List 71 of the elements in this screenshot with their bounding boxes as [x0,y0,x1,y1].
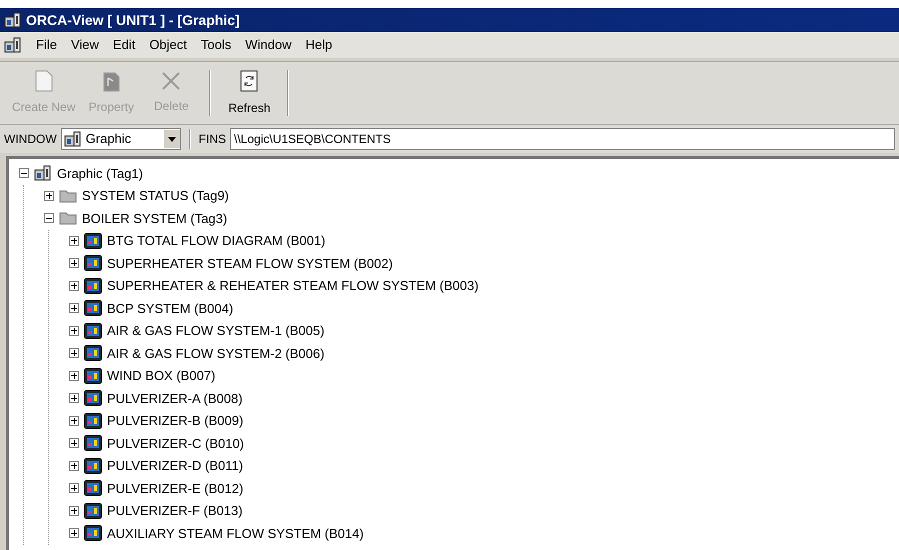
tree-item[interactable]: BOILER SYSTEM (Tag3) [82,208,228,228]
tree-item[interactable]: PULVERIZER-E (B012) [107,478,244,498]
folder-icon [59,211,77,226]
window-icon [34,164,52,182]
tree-item[interactable]: PULVERIZER-A (B008) [107,388,243,408]
menu-item[interactable]: Object [149,35,187,55]
refresh-icon [239,69,260,93]
tree-item[interactable]: Graphic (Tag1) [57,164,143,183]
graphic-icon [84,300,102,316]
page-icon [101,70,122,92]
tree-item[interactable]: PULVERIZER-D (B011) [107,456,244,476]
folder-icon [59,188,77,203]
tree-item[interactable]: SUPERHEATER & REHEATER STEAM FLOW SYSTEM (B003) [107,276,479,296]
fins-label: FINS [198,131,226,148]
collapse-toggle[interactable] [44,213,54,224]
graphic-icon [84,412,102,429]
menu-item[interactable]: View [70,35,99,55]
expand-toggle[interactable] [69,370,79,381]
expand-toggle[interactable] [69,483,79,494]
expand-toggle[interactable] [69,258,79,268]
graphic-icon [84,502,102,519]
graphic-icon [84,278,102,294]
graphic-icon [84,458,102,474]
tree-item[interactable]: BTG TOTAL FLOW DIAGRAM (B001) [107,231,326,250]
graphic-icon [84,435,102,452]
tree-item[interactable]: PULVERIZER-B (B009) [107,411,244,430]
graphic-icon [84,480,102,496]
tree-item[interactable]: PULVERIZER-C (B010) [107,434,244,453]
expand-toggle[interactable] [69,506,79,516]
tree-item[interactable]: PULVERIZER-F (B013) [107,501,243,520]
menu-item[interactable]: Edit [112,35,136,55]
expand-toggle[interactable] [69,460,79,471]
graphic-icon [84,525,102,542]
menu-item[interactable]: Window [245,35,292,55]
app-icon [4,11,22,29]
tree-item[interactable]: BCP SYSTEM (B004) [107,298,234,318]
menu-item[interactable]: Tools [200,35,232,55]
window-icon [4,36,22,54]
tree-item[interactable]: AIR & GAS FLOW SYSTEM-1 (B005) [107,321,324,340]
tree-item[interactable]: AIR & GAS FLOW SYSTEM-2 (B006) [107,344,324,363]
fins-path-field[interactable]: \\Logic\U1SEQB\CONTENTS [230,128,895,150]
expand-toggle[interactable] [69,236,79,246]
expand-toggle[interactable] [69,393,79,404]
toolbar-button[interactable]: Refresh [219,62,280,124]
expand-toggle[interactable] [69,326,79,336]
window-icon [64,130,82,148]
graphic-icon [84,232,102,249]
page-icon [34,70,53,92]
tree-item[interactable]: AUXILIARY STEAM FLOW SYSTEM (B014) [107,524,364,543]
expand-toggle[interactable] [69,438,79,448]
expand-toggle[interactable] [69,416,79,426]
graphic-icon [84,368,102,384]
tree-item[interactable]: SUPERHEATER STEAM FLOW SYSTEM (B002) [107,254,393,273]
expand-toggle[interactable] [69,528,79,538]
tree-item[interactable]: WIND BOX (B007) [107,366,216,386]
graphic-icon [84,322,102,339]
window-label: WINDOW [4,131,57,148]
menu-item[interactable]: File [36,35,57,55]
graphic-icon [84,255,102,272]
expand-toggle[interactable] [69,348,79,358]
expand-toggle[interactable] [44,190,54,201]
graphic-icon [84,345,102,362]
collapse-toggle[interactable] [19,168,29,178]
expand-toggle[interactable] [69,280,79,291]
delete-icon [161,71,182,91]
menu-item[interactable]: Help [306,35,332,55]
tree-item[interactable]: SYSTEM STATUS (Tag9) [82,186,229,206]
graphic-icon [84,390,102,406]
expand-toggle[interactable] [69,303,79,314]
window-title: ORCA-View [ UNIT1 ] - [Graphic] [26,10,240,30]
window-dropdown[interactable]: Graphic [60,128,181,150]
